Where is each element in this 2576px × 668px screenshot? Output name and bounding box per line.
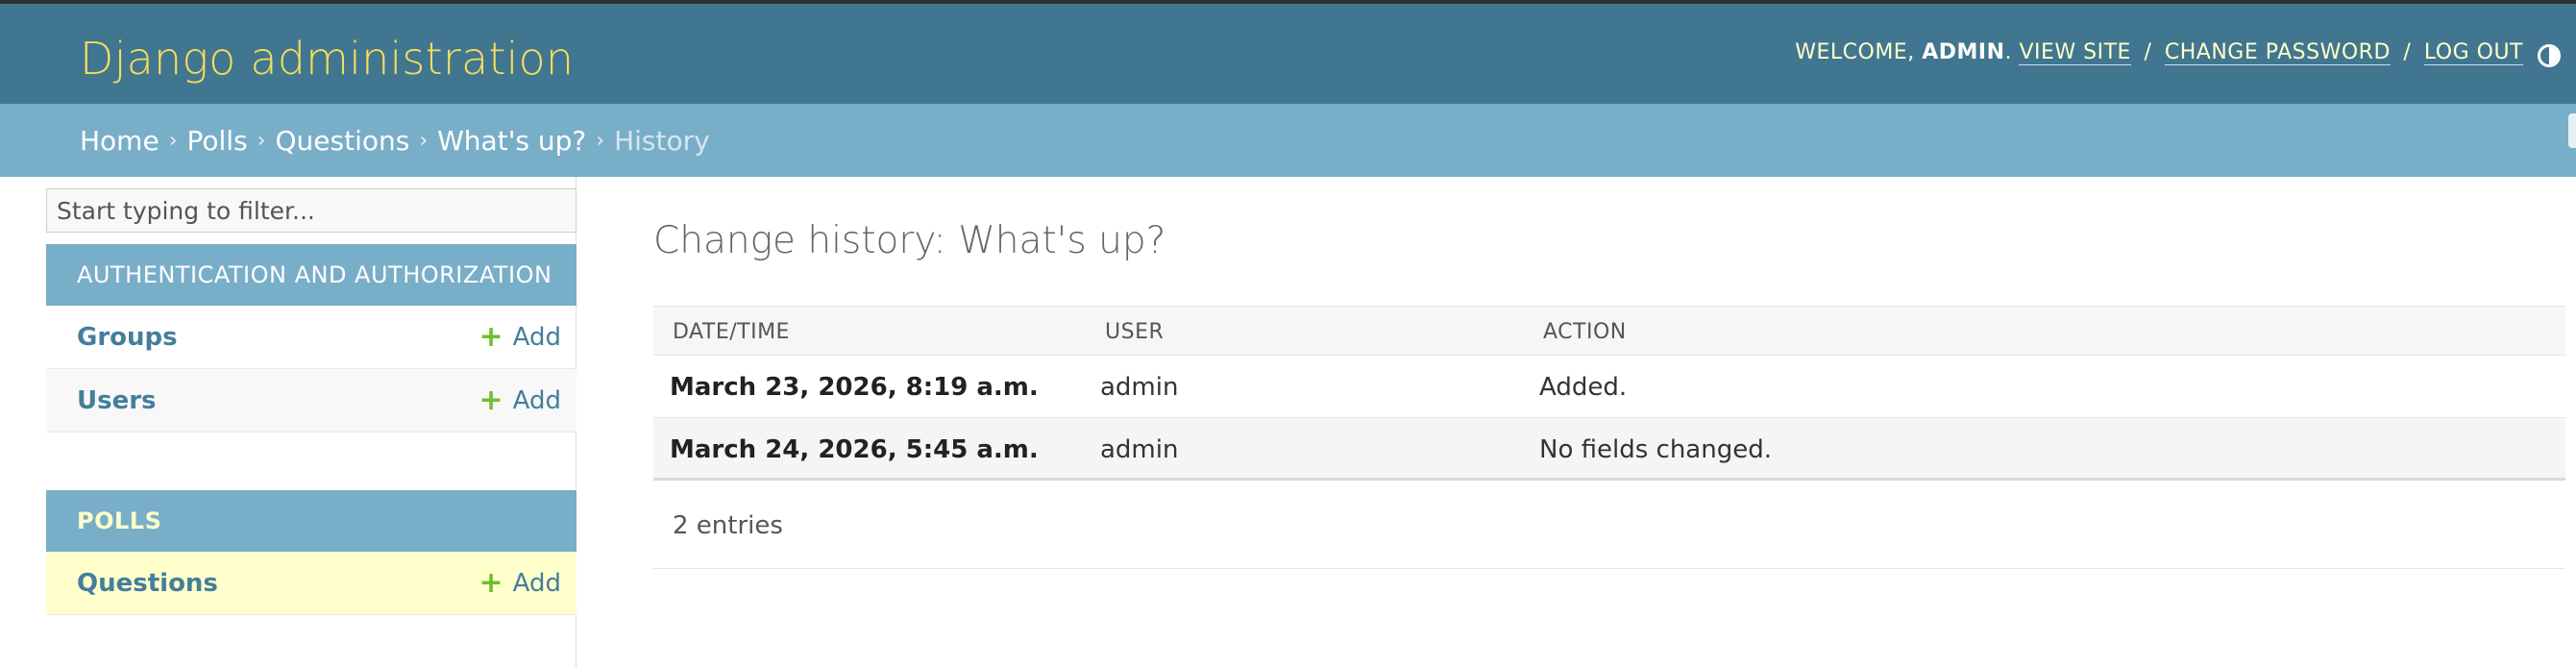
sidebar-item-groups: Groups + Add — [46, 306, 577, 369]
breadcrumb-polls[interactable]: Polls — [187, 125, 248, 157]
table-row: March 24, 2026, 5:45 a.m. admin No field… — [653, 418, 2565, 481]
add-group-button[interactable]: + Add — [478, 319, 561, 354]
change-password-link[interactable]: CHANGE PASSWORD — [2164, 40, 2391, 65]
table-header: DATE/TIME USER ACTION — [653, 306, 2565, 356]
chevron-right-icon: › — [419, 128, 429, 153]
module-caption-auth[interactable]: AUTHENTICATION AND AUTHORIZATION — [46, 244, 577, 306]
chevron-right-icon: › — [257, 128, 266, 153]
breadcrumb-current: History — [614, 124, 710, 157]
separator: / — [2403, 40, 2412, 64]
chevron-right-icon: › — [596, 128, 605, 153]
row-user: admin — [1100, 435, 1179, 464]
nav-sidebar-toggle[interactable] — [2568, 113, 2576, 148]
row-action: No fields changed. — [1539, 435, 1772, 464]
separator: / — [2144, 40, 2152, 64]
row-datetime: March 23, 2026, 8:19 a.m. — [670, 373, 1039, 402]
nav-sidebar: AUTHENTICATION AND AUTHORIZATION Groups … — [46, 177, 577, 668]
user-tools: WELCOME, ADMIN. VIEW SITE / CHANGE PASSW… — [1795, 40, 2523, 65]
column-header-datetime: DATE/TIME — [673, 320, 790, 344]
plus-icon: + — [478, 319, 503, 354]
paginator: 2 entries — [653, 488, 2565, 569]
breadcrumb-question-item[interactable]: What's up? — [437, 125, 586, 157]
row-datetime: March 24, 2026, 5:45 a.m. — [670, 435, 1039, 464]
plus-icon: + — [478, 565, 503, 600]
add-label: Add — [512, 322, 561, 352]
nav-filter-input[interactable] — [46, 188, 577, 233]
welcome-text: WELCOME, — [1795, 40, 1915, 64]
breadcrumb-home[interactable]: Home — [80, 125, 159, 157]
column-header-user: USER — [1105, 320, 1165, 344]
welcome-suffix: . — [2004, 40, 2012, 64]
contrast-toggle-icon[interactable] — [2538, 44, 2561, 67]
page-title: Change history: What's up? — [653, 219, 1166, 262]
sidebar-item-groups-link[interactable]: Groups — [77, 323, 178, 352]
add-label: Add — [512, 568, 561, 598]
chevron-right-icon: › — [168, 128, 178, 153]
sidebar-item-questions-link[interactable]: Questions — [77, 569, 218, 598]
add-question-button[interactable]: + Add — [478, 565, 561, 600]
view-site-link[interactable]: VIEW SITE — [2019, 40, 2131, 65]
table-row: March 23, 2026, 8:19 a.m. admin Added. — [653, 356, 2565, 418]
header: Django administration WELCOME, ADMIN. VI… — [0, 0, 2576, 104]
column-header-action: ACTION — [1543, 320, 1627, 344]
breadcrumb: Home › Polls › Questions › What's up? › … — [0, 104, 2576, 177]
row-user: admin — [1100, 373, 1179, 402]
username: ADMIN — [1922, 40, 2005, 64]
history-table: DATE/TIME USER ACTION March 23, 2026, 8:… — [653, 306, 2565, 481]
sidebar-item-questions: Questions + Add — [46, 552, 577, 615]
site-branding[interactable]: Django administration — [80, 33, 574, 85]
breadcrumb-questions[interactable]: Questions — [275, 125, 409, 157]
entries-count: 2 entries — [673, 511, 783, 540]
add-label: Add — [512, 385, 561, 415]
row-action: Added. — [1539, 373, 1628, 402]
plus-icon: + — [478, 383, 503, 417]
sidebar-item-users: Users + Add — [46, 369, 577, 433]
add-user-button[interactable]: + Add — [478, 383, 561, 417]
log-out-link[interactable]: LOG OUT — [2423, 40, 2523, 65]
sidebar-item-users-link[interactable]: Users — [77, 386, 157, 415]
module-caption-polls[interactable]: POLLS — [46, 490, 577, 552]
